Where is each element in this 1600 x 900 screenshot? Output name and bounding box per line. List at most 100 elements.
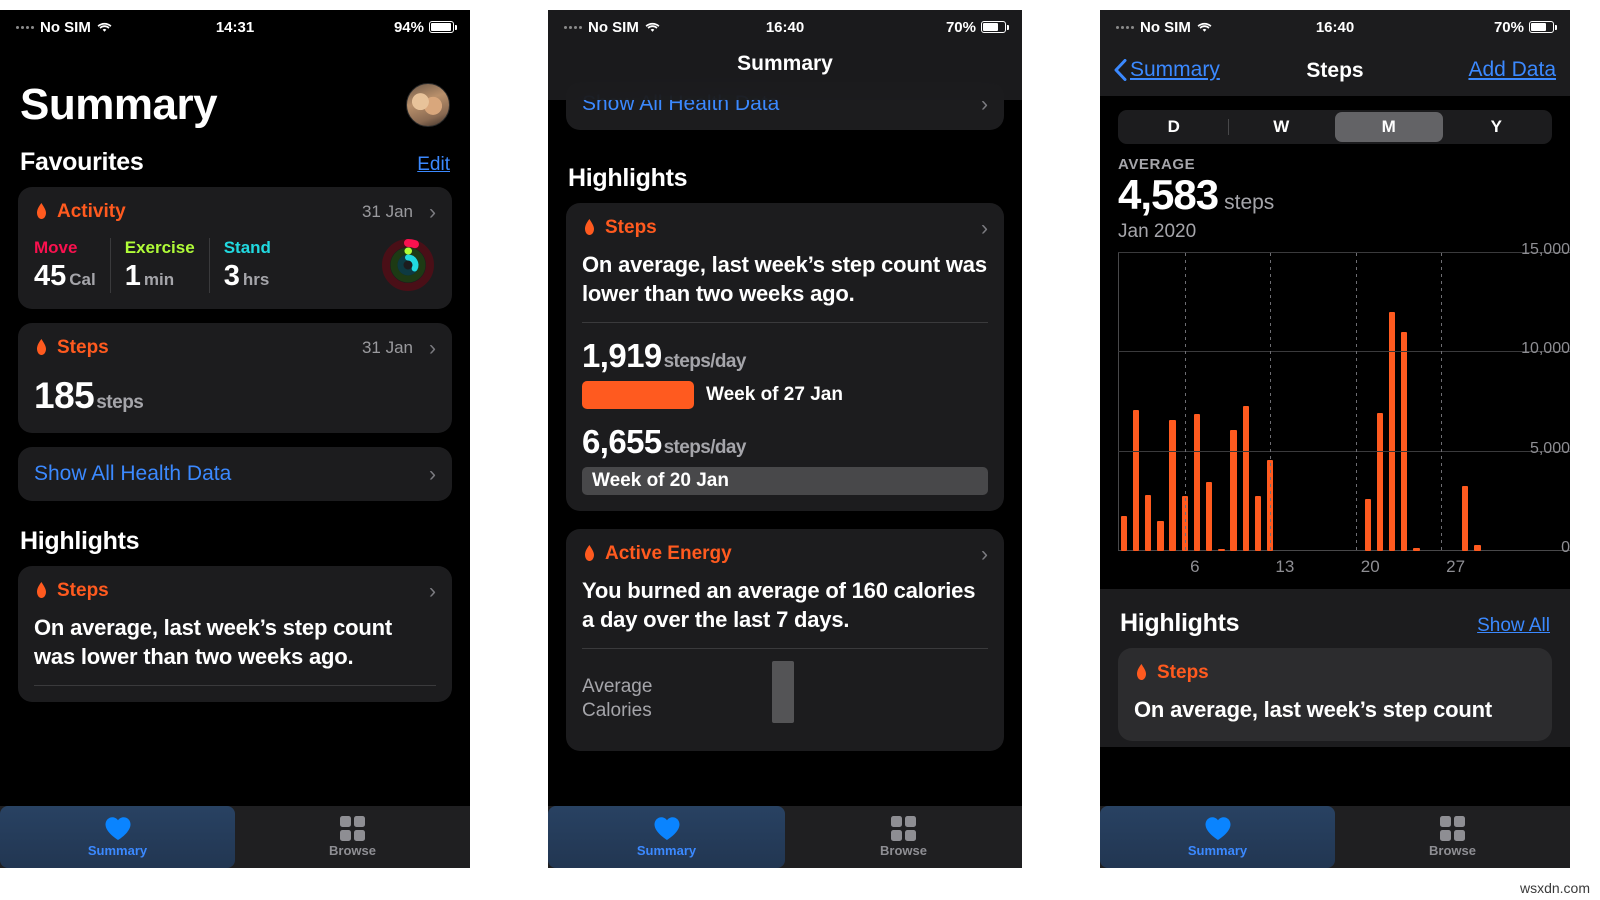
steps-number: 185 [34, 375, 95, 416]
comparison-row-2: Week of 20 Jan [582, 467, 988, 496]
flame-icon [585, 218, 594, 235]
chart-x-tick-label: 13 [1275, 557, 1295, 576]
highlight-card-header: Steps [1134, 662, 1536, 684]
summary-scroll-view[interactable]: Summary Favourites Edit Activity 31 Jan … [0, 44, 470, 868]
average-stat: AVERAGE 4,583 steps Jan 2020 [1100, 144, 1570, 243]
highlights-section-header: Highlights [548, 130, 1022, 203]
tab-summary[interactable]: Summary [548, 806, 785, 868]
tab-browse[interactable]: Browse [1335, 806, 1570, 868]
tab-summary[interactable]: Summary [1100, 806, 1335, 868]
heart-icon [654, 817, 679, 840]
tab-summary[interactable]: Summary [0, 806, 235, 868]
metric-stand-number: 3 [223, 259, 240, 292]
battery-percent-label: 70% [945, 18, 976, 36]
highlight-active-energy-card[interactable]: Active Energy › You burned an average of… [566, 529, 1004, 752]
highlights-label: Highlights [568, 164, 688, 192]
metric-stand: Stand 3 hrs [208, 237, 285, 293]
average-period: Jan 2020 [1118, 221, 1197, 242]
nav-bar: No SIM 16:40 70% Summary [548, 10, 1022, 100]
highlight-card-header: Steps › [34, 580, 436, 602]
activity-card-title: Activity [57, 201, 126, 222]
chart-bar [1376, 412, 1384, 551]
wifi-icon [645, 22, 660, 33]
activity-metrics-row: Move 45 Cal Exercise 1 min Stand 3 hrs [34, 237, 436, 293]
battery-icon [429, 21, 457, 33]
tab-browse[interactable]: Browse [785, 806, 1022, 868]
segment-year[interactable]: Y [1443, 112, 1551, 142]
signal-dots-icon [16, 25, 34, 29]
divider [582, 322, 988, 324]
chart-bar [1169, 419, 1176, 551]
status-left: No SIM [564, 19, 660, 36]
comparison-unit-1: steps/day [663, 351, 747, 373]
avatar[interactable] [406, 83, 450, 127]
chart-x-tick-label: 27 [1446, 557, 1466, 576]
battery-icon [981, 21, 1009, 33]
highlight-steps-card[interactable]: Steps On average, last week’s step count [1118, 648, 1552, 741]
show-all-health-data-row[interactable]: Show All Health Data › [18, 447, 452, 501]
chart-x-gridline: 6 [1185, 253, 1200, 576]
show-all-button[interactable]: Show All [1477, 615, 1550, 637]
steps-value: 185 steps [34, 375, 436, 417]
favourites-label: Favourites [20, 148, 144, 176]
chevron-right-icon: › [429, 579, 436, 603]
chart-bars [1118, 253, 1496, 551]
comparison-bar-2: Week of 20 Jan [582, 467, 988, 496]
flame-icon [37, 338, 46, 355]
carrier-label: No SIM [40, 18, 91, 36]
activity-card[interactable]: Activity 31 Jan › Move 45 Cal Exercise 1m… [18, 187, 452, 309]
segment-week[interactable]: W [1227, 112, 1336, 142]
range-segmented-control[interactable]: D W M Y [1118, 110, 1552, 144]
segment-day[interactable]: D [1120, 112, 1228, 142]
steps-detail-scroll-view[interactable]: D W M Y AVERAGE 4,583 steps Jan 2020 0 5,0… [1100, 96, 1570, 866]
chevron-right-icon: › [981, 542, 988, 566]
chart-bar [1132, 409, 1140, 551]
watermark: wsxdn.com [1519, 880, 1590, 896]
chart-bar [1388, 311, 1396, 551]
average-number: 4,583 [1118, 171, 1219, 218]
chart-y-tick-label: 10,000 [1521, 340, 1570, 358]
highlights-panel: Highlights Show All Steps On average, la… [1100, 589, 1570, 747]
chevron-right-icon: › [981, 216, 988, 240]
metric-move-label: Move [34, 237, 78, 257]
add-data-button[interactable]: Add Data [1468, 58, 1556, 82]
heart-icon [1205, 817, 1230, 840]
chart-bar [1230, 429, 1237, 551]
energy-card-body: You burned an average of 160 calories a … [582, 578, 976, 632]
comparison-number-1: 1,919 [582, 337, 662, 375]
steps-bar-chart: 0 5,000 10,000 15,000 6 13 20 27 [1100, 241, 1570, 583]
steps-unit: steps [96, 392, 144, 413]
steps-card[interactable]: Steps 31 Jan › 185 steps [18, 323, 452, 433]
back-button[interactable]: Summary [1114, 58, 1220, 82]
highlights-section-header: Highlights Show All [1100, 589, 1570, 648]
steps-card-date: 31 Jan [361, 338, 413, 357]
highlight-steps-card[interactable]: Steps › On average, last week’s step cou… [18, 566, 452, 703]
highlight-card-title: Steps [57, 580, 109, 601]
highlights-label: Highlights [1120, 609, 1240, 637]
tab-bar: Summary Browse [548, 806, 1022, 868]
energy-bar [772, 661, 794, 724]
highlight-steps-card[interactable]: Steps › On average, last week’s step cou… [566, 203, 1004, 512]
steps-card-header: Steps 31 Jan › [34, 337, 436, 359]
activity-card-date: 31 Jan [361, 202, 413, 221]
chart-bar [1193, 413, 1201, 551]
tab-summary-label: Summary [636, 843, 697, 858]
edit-button[interactable]: Edit [417, 154, 450, 176]
status-right: 94% [394, 19, 457, 36]
energy-mini-chart: Average Calories [582, 661, 988, 735]
heart-icon [105, 817, 130, 840]
segment-month[interactable]: M [1335, 112, 1443, 142]
summary-scrolled-scroll-view[interactable]: Show All Health Data › Highlights Steps … [548, 10, 1022, 868]
chart-bar [1254, 496, 1262, 551]
comparison-value-2: 6,655 steps/day [582, 423, 988, 461]
chevron-right-icon: › [429, 200, 436, 224]
chart-y-tick-label: 0 [1561, 539, 1570, 556]
chart-bar [1242, 405, 1249, 551]
activity-rings-icon [382, 239, 434, 291]
tab-summary-label: Summary [1187, 843, 1248, 858]
tab-browse-label: Browse [1429, 843, 1476, 858]
divider [582, 648, 988, 650]
nav-bar: Summary Steps Add Data [1100, 44, 1570, 96]
carrier-label: No SIM [588, 18, 639, 36]
tab-browse[interactable]: Browse [235, 806, 470, 868]
